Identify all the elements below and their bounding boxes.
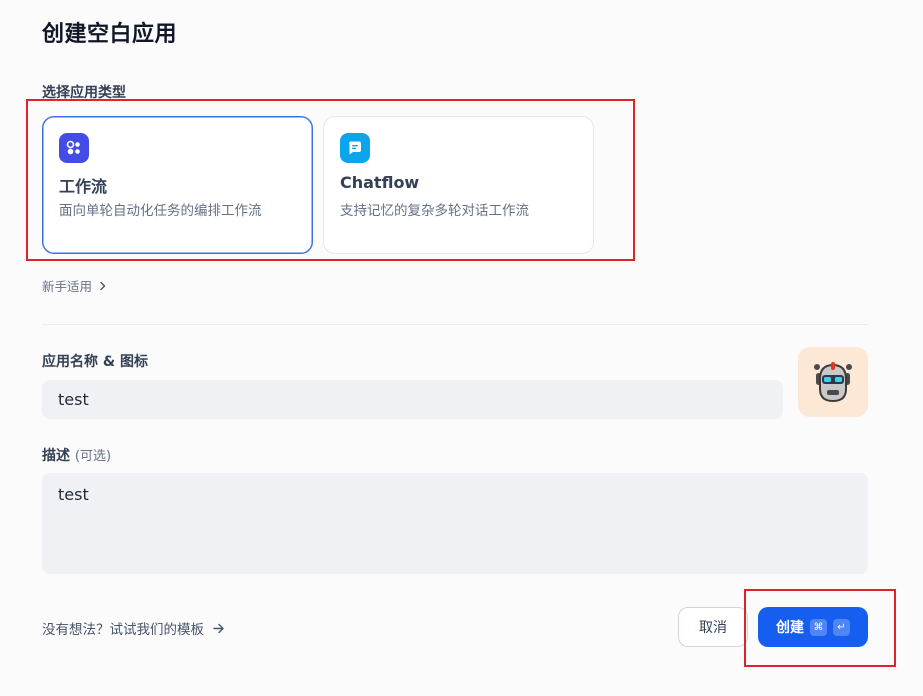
chevron-right-icon	[100, 281, 106, 290]
card-title: Chatflow	[340, 173, 420, 192]
card-description: 面向单轮自动化任务的编排工作流	[59, 203, 262, 219]
cancel-button[interactable]: 取消	[678, 607, 748, 647]
workflow-icon	[59, 133, 89, 163]
app-type-card-workflow[interactable]: 工作流 面向单轮自动化任务的编排工作流	[42, 116, 313, 254]
chatflow-icon	[340, 133, 370, 163]
card-description: 支持记忆的复杂多轮对话工作流	[340, 203, 529, 219]
create-button[interactable]: 创建 ⌘ ↵	[758, 607, 868, 647]
beginner-link[interactable]: 新手适用	[42, 276, 108, 295]
command-key-icon: ⌘	[810, 618, 827, 636]
app-name-input[interactable]	[42, 380, 783, 419]
divider	[42, 324, 868, 325]
template-link-label: 没有想法？试试我们的模板	[42, 622, 204, 638]
robot-icon	[814, 362, 852, 403]
template-link[interactable]: 没有想法？试试我们的模板	[42, 618, 225, 638]
description-label: 描述 (可选)	[42, 445, 111, 465]
arrow-right-icon	[213, 623, 224, 633]
beginner-link-label: 新手适用	[42, 279, 93, 294]
app-name-label: 应用名称 & 图标	[42, 354, 148, 370]
app-icon-picker[interactable]	[798, 347, 868, 417]
enter-key-icon: ↵	[833, 618, 850, 636]
optional-hint: (可选)	[74, 449, 112, 464]
create-button-label: 创建	[776, 620, 804, 636]
card-title: 工作流	[59, 177, 108, 196]
app-type-label: 选择应用类型	[42, 85, 126, 101]
description-label-text: 描述	[42, 448, 70, 464]
app-type-card-chatflow[interactable]: Chatflow 支持记忆的复杂多轮对话工作流	[323, 116, 594, 254]
description-textarea[interactable]: test	[42, 473, 868, 574]
page-title: 创建空白应用	[42, 22, 178, 47]
